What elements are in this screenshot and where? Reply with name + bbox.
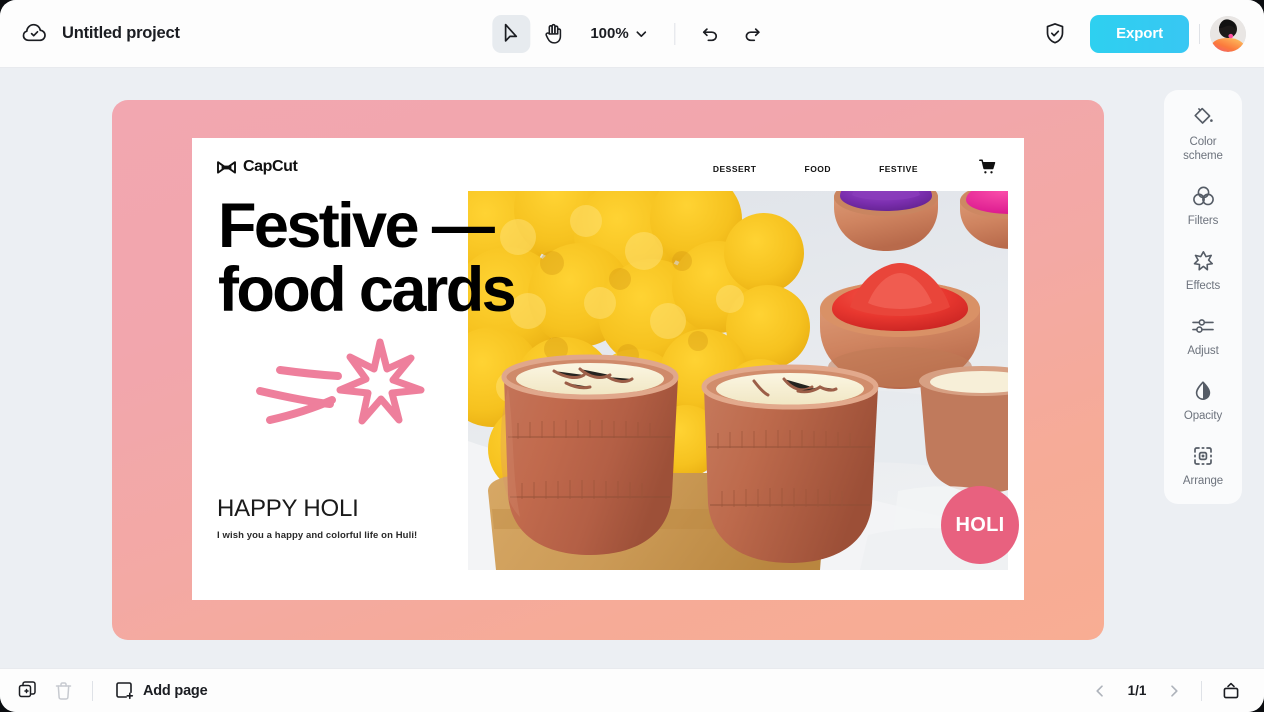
design-nav-links: DESSERT FOOD FESTIVE: [713, 164, 918, 174]
cursor-arrow-icon: [504, 23, 517, 42]
prev-page-button[interactable]: [1085, 676, 1115, 706]
avatar[interactable]: [1210, 15, 1246, 52]
nav-link-dessert[interactable]: DESSERT: [713, 164, 757, 174]
add-page-square-icon: [116, 682, 134, 700]
footer-left-group: Add page: [0, 675, 217, 707]
next-page-button[interactable]: [1159, 676, 1189, 706]
export-button[interactable]: Export: [1090, 14, 1189, 53]
bottom-toolbar: Add page 1/1: [0, 668, 1264, 712]
shopping-cart-icon[interactable]: [979, 159, 996, 180]
holi-badge[interactable]: HOLI: [941, 486, 1019, 564]
nav-link-food[interactable]: FOOD: [805, 164, 832, 174]
header-right-group: Export: [1036, 14, 1246, 53]
rail-item-arrange[interactable]: Arrange: [1168, 445, 1238, 488]
design-canvas[interactable]: CapCut DESSERT FOOD FESTIVE Festive — fo…: [112, 100, 1104, 640]
effects-star-icon: [1192, 250, 1215, 272]
festive-food-photo[interactable]: [468, 191, 1008, 570]
shooting-star-doodle[interactable]: [202, 328, 432, 458]
add-page-label: Add page: [143, 682, 208, 699]
project-title[interactable]: Untitled project: [62, 24, 180, 43]
nav-link-festive[interactable]: FESTIVE: [879, 164, 918, 174]
duplicate-page-button[interactable]: [10, 675, 44, 707]
design-card[interactable]: CapCut DESSERT FOOD FESTIVE Festive — fo…: [192, 138, 1024, 600]
shooting-star-graphic: [256, 338, 425, 425]
rail-label-effects: Effects: [1185, 280, 1221, 293]
rail-label-arrange: Arrange: [1182, 475, 1224, 488]
header-center-tools: 100%: [492, 14, 772, 53]
filters-circles-icon: [1192, 185, 1215, 207]
select-tool-button[interactable]: [492, 14, 531, 53]
chevron-down-icon: [636, 30, 647, 37]
rail-label-adjust: Adjust: [1187, 345, 1219, 358]
capcut-bowtie-logo: [217, 160, 236, 174]
opacity-droplet-icon: [1193, 380, 1213, 402]
rail-label-opacity: Opacity: [1183, 410, 1223, 423]
headline-line-2: food cards: [218, 254, 517, 325]
zoom-value: 100%: [590, 25, 629, 42]
paint-bucket-icon: [1192, 106, 1214, 128]
rail-item-filters[interactable]: Filters: [1168, 185, 1238, 228]
hand-icon: [545, 23, 562, 44]
adjust-sliders-icon: [1191, 315, 1215, 337]
chevron-right-icon: [1171, 684, 1178, 697]
brand-name: CapCut: [243, 158, 298, 175]
header-left-group: Untitled project: [0, 21, 340, 47]
page-indicator: 1/1: [1127, 683, 1147, 698]
duplicate-page-icon: [18, 681, 36, 698]
rail-label-filters: Filters: [1187, 215, 1219, 228]
rail-item-effects[interactable]: Effects: [1168, 250, 1238, 293]
editor-workspace: CapCut DESSERT FOOD FESTIVE Festive — fo…: [0, 68, 1264, 673]
cloud-check-icon[interactable]: [22, 21, 48, 47]
footer-divider: [92, 680, 93, 701]
footer-divider-right: [1201, 680, 1202, 701]
header-divider: [1199, 23, 1200, 44]
trash-icon: [55, 681, 71, 700]
design-navbar: CapCut DESSERT FOOD FESTIVE: [192, 138, 1024, 198]
right-tool-rail: Color scheme Filters Effects Adjust Opac…: [1164, 90, 1242, 505]
capcut-editor-window: Untitled project 100% Export CapCut DESS…: [0, 0, 1264, 712]
undo-arrow-icon: [703, 27, 718, 41]
shield-check-icon: [1046, 23, 1064, 44]
rail-item-adjust[interactable]: Adjust: [1168, 315, 1238, 358]
toolbar-divider: [674, 22, 676, 45]
rail-item-color-scheme[interactable]: Color scheme: [1168, 106, 1238, 163]
rail-item-opacity[interactable]: Opacity: [1168, 380, 1238, 423]
top-toolbar: Untitled project 100% Export: [0, 0, 1264, 68]
user-avatar-image: [1210, 15, 1246, 52]
brand-logo: CapCut: [217, 158, 298, 176]
rail-label-color-scheme: Color scheme: [1183, 136, 1223, 163]
zoom-control[interactable]: 100%: [576, 25, 658, 42]
photo-illustration: [468, 191, 1008, 570]
headline-line-1: Festive —: [218, 191, 495, 261]
delete-page-button[interactable]: [46, 675, 80, 707]
design-headline[interactable]: Festive — food cards: [218, 195, 517, 325]
arrange-frame-icon: [1192, 445, 1214, 467]
hand-tool-button[interactable]: [534, 15, 572, 53]
chevron-left-icon: [1096, 684, 1103, 697]
security-shield-button[interactable]: [1036, 15, 1074, 53]
design-heading[interactable]: HAPPY HOLI: [217, 495, 359, 523]
present-panel-icon: [1223, 682, 1239, 698]
undo-button[interactable]: [692, 15, 730, 53]
add-page-button[interactable]: Add page: [105, 675, 217, 707]
design-subtext[interactable]: I wish you a happy and colorful life on …: [217, 530, 417, 541]
redo-arrow-icon: [745, 27, 761, 41]
redo-button[interactable]: [734, 15, 772, 53]
footer-right-group: 1/1: [1085, 675, 1248, 707]
present-button[interactable]: [1214, 675, 1248, 707]
